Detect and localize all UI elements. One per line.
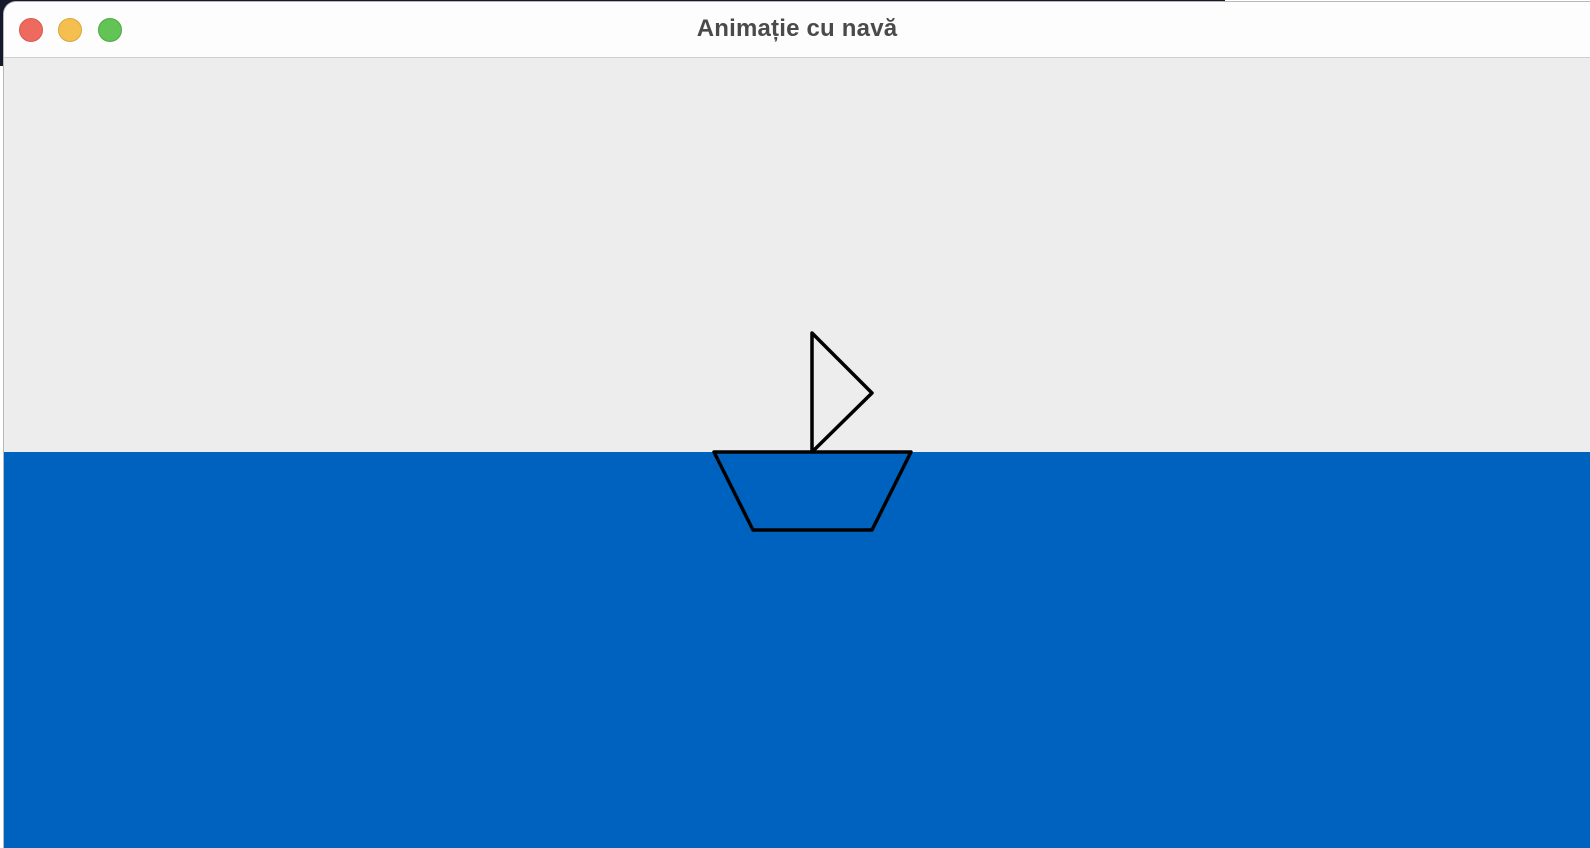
boat-hull <box>712 450 913 532</box>
animation-canvas <box>4 58 1590 848</box>
boat-drawing <box>712 331 913 532</box>
boat-sail <box>810 331 874 454</box>
app-window: Animație cu navă <box>4 2 1590 848</box>
window-titlebar[interactable]: Animație cu navă <box>4 2 1590 58</box>
window-title: Animație cu navă <box>696 15 898 42</box>
